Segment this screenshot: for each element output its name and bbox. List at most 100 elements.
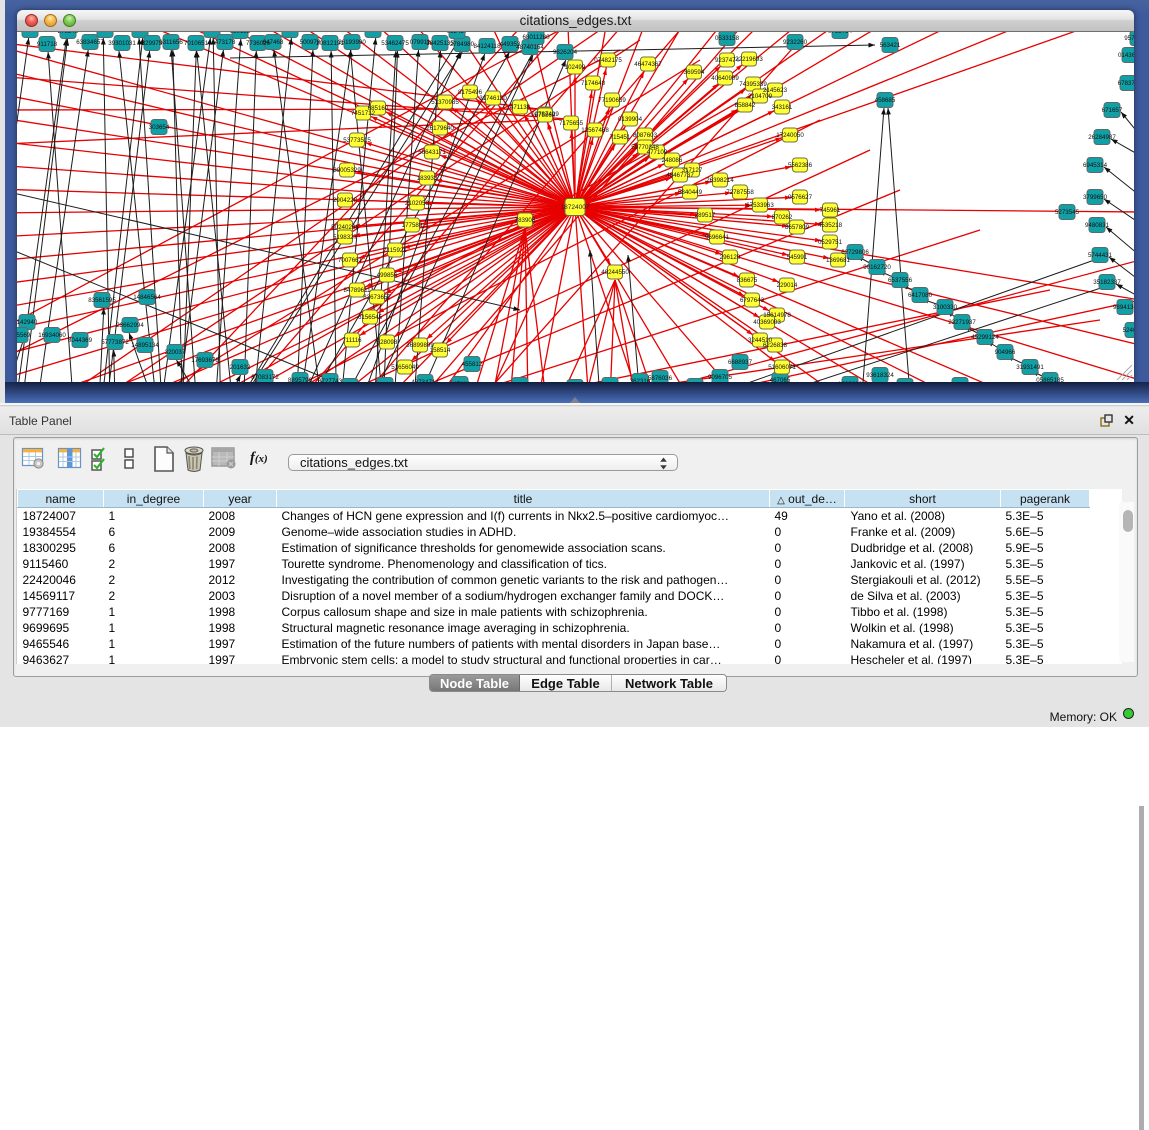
svg-text:0529751: 0529751 — [818, 239, 843, 246]
svg-text:53462475: 53462475 — [381, 40, 409, 47]
svg-text:57773872: 57773872 — [101, 339, 129, 346]
svg-text:338726: 338726 — [202, 32, 223, 34]
svg-text:6311656: 6311656 — [159, 39, 183, 46]
svg-text:22219693: 22219693 — [735, 56, 763, 63]
svg-text:71331509: 71331509 — [91, 32, 119, 34]
svg-text:248086: 248086 — [662, 157, 683, 164]
svg-text:467065: 467065 — [770, 377, 791, 382]
svg-text:7115921: 7115921 — [383, 247, 407, 254]
svg-text:6945314: 6945314 — [1083, 162, 1108, 169]
svg-text:5876036: 5876036 — [648, 375, 673, 382]
svg-text:36899809: 36899809 — [406, 342, 434, 349]
svg-text:51606071: 51606071 — [768, 364, 796, 371]
svg-text:46474367: 46474367 — [634, 61, 662, 68]
svg-text:278248: 278248 — [58, 32, 79, 35]
svg-text:17240050: 17240050 — [776, 132, 804, 139]
svg-text:0733754: 0733754 — [828, 32, 853, 35]
svg-text:48467737: 48467737 — [666, 172, 694, 179]
svg-text:455812: 455812 — [462, 361, 483, 368]
svg-text:229014: 229014 — [777, 282, 798, 289]
svg-text:518347: 518347 — [130, 32, 151, 34]
svg-text:320037: 320037 — [165, 349, 186, 356]
svg-text:26284987: 26284987 — [1088, 134, 1116, 141]
svg-text:17693676: 17693676 — [191, 357, 219, 364]
svg-text:6417080: 6417080 — [908, 292, 933, 299]
svg-text:177589: 177589 — [402, 222, 423, 229]
svg-text:23271937: 23271937 — [948, 319, 976, 326]
svg-text:18724007: 18724007 — [561, 204, 590, 211]
svg-text:63834657: 63834657 — [76, 39, 104, 46]
svg-text:9480831: 9480831 — [1085, 222, 1110, 229]
svg-text:052427: 052427 — [447, 32, 468, 35]
svg-text:647468: 647468 — [263, 39, 284, 46]
svg-text:31931491: 31931491 — [1016, 364, 1044, 371]
svg-text:14895134: 14895134 — [131, 342, 159, 349]
svg-text:6797643: 6797643 — [740, 297, 765, 304]
svg-text:39005329: 39005329 — [333, 167, 361, 174]
svg-text:5840449: 5840449 — [678, 189, 703, 196]
svg-text:685160: 685160 — [368, 105, 389, 112]
svg-text:31746120: 31746120 — [479, 95, 507, 102]
svg-text:48740164: 48740164 — [516, 44, 544, 51]
svg-text:783908: 783908 — [515, 217, 536, 224]
svg-text:9894134: 9894134 — [1113, 304, 1134, 311]
svg-text:201632: 201632 — [230, 364, 251, 371]
svg-text:8895798: 8895798 — [288, 377, 313, 382]
svg-text:8727743: 8727743 — [318, 378, 343, 382]
svg-text:4535218: 4535218 — [818, 222, 843, 229]
svg-text:8044369: 8044369 — [68, 337, 93, 344]
svg-text:7007661: 7007661 — [338, 257, 363, 264]
svg-text:545991: 545991 — [787, 254, 808, 261]
svg-text:40640909: 40640909 — [711, 75, 739, 82]
svg-text:50240268: 50240268 — [331, 224, 359, 231]
svg-text:3799650: 3799650 — [1083, 194, 1108, 201]
svg-text:745961: 745961 — [820, 207, 841, 214]
svg-text:40244550: 40244550 — [601, 269, 629, 276]
svg-text:83561595: 83561595 — [88, 297, 116, 304]
svg-text:473178: 473178 — [215, 39, 236, 46]
svg-text:07482175: 07482175 — [594, 57, 622, 64]
svg-text:6688937: 6688937 — [728, 359, 753, 366]
svg-text:711116: 711116 — [342, 337, 362, 344]
svg-text:499856: 499856 — [377, 272, 398, 279]
svg-text:0139904: 0139904 — [618, 116, 643, 123]
svg-text:6156545: 6156545 — [358, 314, 383, 321]
svg-text:90162720: 90162720 — [863, 264, 891, 271]
svg-text:95788568: 95788568 — [1124, 35, 1134, 42]
svg-text:9696641: 9696641 — [705, 234, 730, 241]
svg-text:458685: 458685 — [875, 97, 896, 104]
svg-text:2784980: 2784980 — [450, 41, 475, 48]
svg-text:477109: 477109 — [647, 149, 668, 156]
svg-text:51370985: 51370985 — [431, 99, 459, 106]
svg-text:45299124: 45299124 — [971, 334, 999, 341]
svg-text:524082: 524082 — [1123, 327, 1134, 334]
svg-text:53773515: 53773515 — [343, 137, 371, 144]
svg-text:9096705: 9096705 — [708, 374, 733, 381]
svg-text:369594: 369594 — [684, 69, 705, 76]
svg-text:7010651: 7010651 — [184, 40, 209, 47]
svg-text:303654: 303654 — [149, 124, 170, 131]
svg-text:296120: 296120 — [720, 254, 741, 261]
svg-text:84789611: 84789611 — [343, 287, 371, 294]
svg-text:84124118: 84124118 — [473, 43, 501, 50]
svg-text:678377: 678377 — [1118, 80, 1134, 87]
svg-text:080132: 080132 — [230, 32, 251, 35]
svg-text:83673657: 83673657 — [363, 294, 391, 301]
svg-text:2145623: 2145623 — [763, 87, 788, 94]
svg-text:2904228: 2904228 — [333, 197, 358, 204]
svg-text:6537556: 6537556 — [888, 277, 913, 284]
svg-text:67533963: 67533963 — [746, 202, 774, 209]
svg-text:904966: 904966 — [995, 349, 1016, 356]
svg-text:5198327: 5198327 — [333, 234, 358, 241]
svg-text:102499: 102499 — [565, 64, 586, 71]
svg-text:0143634: 0143634 — [1118, 52, 1134, 59]
svg-text:2102053: 2102053 — [405, 200, 430, 207]
svg-text:142940: 142940 — [17, 319, 38, 326]
svg-text:5273545: 5273545 — [1055, 209, 1080, 216]
svg-text:50643171: 50643171 — [418, 149, 446, 156]
svg-text:965569: 965569 — [17, 332, 31, 339]
svg-text:0533158: 0533158 — [715, 35, 740, 42]
svg-text:528098: 528098 — [377, 339, 398, 346]
svg-text:16934060: 16934060 — [38, 332, 66, 339]
svg-text:289517: 289517 — [695, 212, 716, 219]
